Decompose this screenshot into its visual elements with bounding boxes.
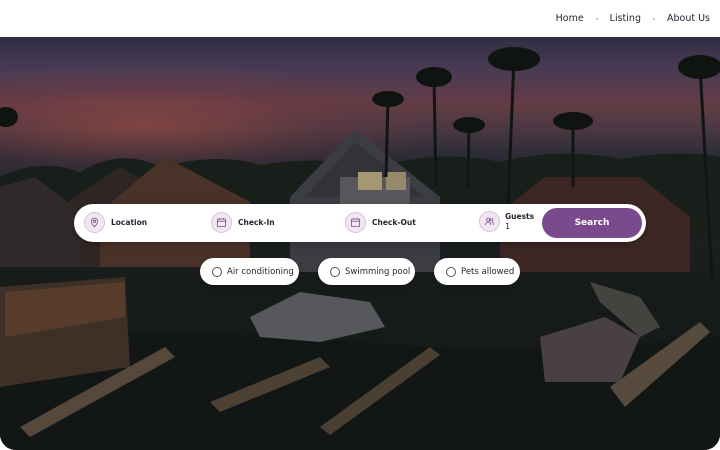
guests-text: Guests 1: [505, 212, 534, 232]
nav-home-link[interactable]: Home: [554, 13, 586, 24]
hero-dim-overlay: [0, 37, 720, 450]
filter-swimming-pool[interactable]: Swimming pool: [318, 258, 415, 285]
location-field[interactable]: Location: [84, 212, 147, 233]
nav-listing-link[interactable]: Listing: [608, 13, 643, 24]
calendar-icon: [211, 212, 232, 233]
guests-field[interactable]: Guests 1: [479, 211, 534, 232]
checkin-field[interactable]: Check-In: [211, 212, 275, 233]
filter-label: Air conditioning: [227, 266, 294, 277]
radio-button[interactable]: [446, 266, 456, 277]
filter-label: Pets allowed: [461, 266, 515, 277]
checkout-label: Check-Out: [372, 218, 416, 227]
radio-button[interactable]: [212, 266, 222, 277]
users-icon: [479, 211, 500, 232]
search-bar: Location Check-In Check-Out Guests 1 Sea…: [74, 204, 646, 242]
guests-count: 1: [505, 221, 511, 231]
filter-pets-allowed[interactable]: Pets allowed: [434, 258, 520, 285]
checkout-field[interactable]: Check-Out: [345, 212, 416, 233]
radio-button[interactable]: [330, 266, 340, 277]
hero-section: [0, 37, 720, 450]
location-label: Location: [111, 218, 148, 227]
checkin-label: Check-In: [238, 218, 275, 227]
search-button[interactable]: Search: [542, 208, 642, 238]
nav-about-link[interactable]: About Us: [665, 13, 712, 24]
calendar-icon: [345, 212, 366, 233]
filter-label: Swimming pool: [345, 266, 411, 277]
main-nav: Home Listing About Us: [554, 13, 712, 24]
nav-separator: [595, 17, 598, 20]
guests-label: Guests: [505, 211, 535, 221]
map-pin-icon: [84, 212, 105, 233]
nav-separator: [652, 17, 655, 20]
filter-air-conditioning[interactable]: Air conditioning: [200, 258, 299, 285]
site-header: Home Listing About Us: [0, 0, 720, 37]
